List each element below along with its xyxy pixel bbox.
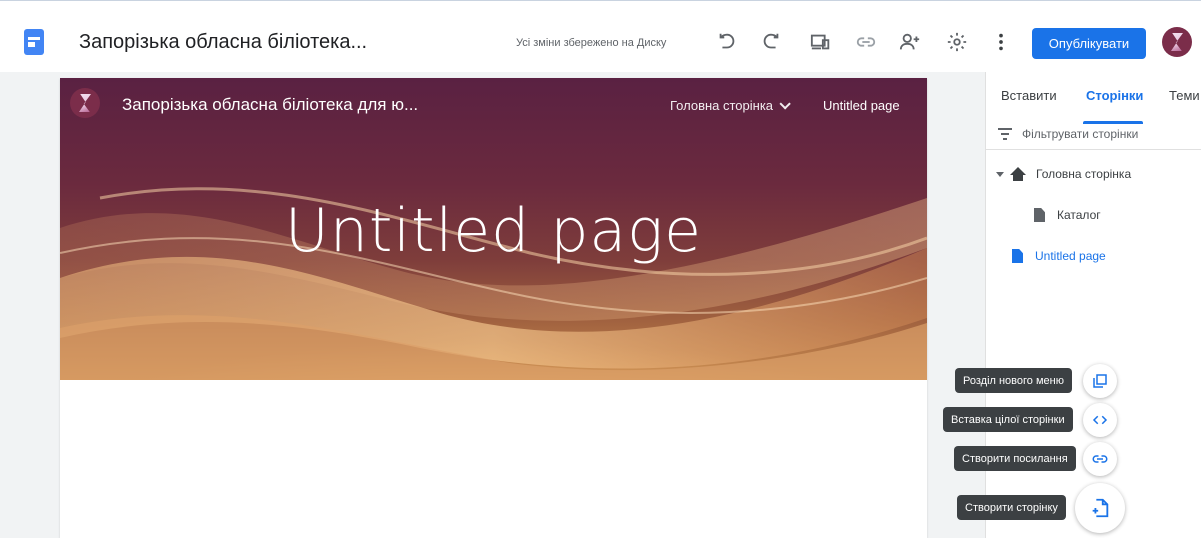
code-icon	[1092, 415, 1108, 425]
tab-insert[interactable]: Вставити	[1001, 88, 1057, 103]
document-title[interactable]: Запорізька обласна біліотека...	[79, 31, 367, 54]
nav-home-link[interactable]: Головна сторінка	[670, 97, 791, 113]
hero-header[interactable]: Запорізька обласна біліотека для ю... Го…	[60, 78, 927, 380]
saved-status: Усі зміни збережено на Диску	[516, 37, 667, 49]
filter-pages-input[interactable]: Фільтрувати сторінки	[986, 124, 1201, 146]
publish-button[interactable]: Опублікувати	[1032, 28, 1146, 59]
expand-triangle-icon[interactable]	[996, 171, 1004, 177]
sites-app-icon[interactable]	[24, 29, 44, 55]
page-icon	[1034, 208, 1045, 222]
tooltip-embed-full-page: Вставка цілої сторінки	[943, 407, 1073, 432]
page-tree-home[interactable]: Головна сторінка	[996, 167, 1131, 181]
page-tree-home-label: Головна сторінка	[1036, 167, 1132, 181]
page-tree-catalog[interactable]: Каталог	[1034, 208, 1101, 222]
page-tree-untitled-label: Untitled page	[1035, 249, 1106, 263]
preview-icon[interactable]	[808, 29, 834, 55]
page-tree-catalog-label: Каталог	[1057, 208, 1101, 222]
undo-icon[interactable]	[714, 29, 740, 55]
share-icon[interactable]	[897, 29, 923, 55]
filter-icon	[998, 128, 1012, 140]
top-bar: Запорізька обласна біліотека... Усі змін…	[0, 0, 1201, 72]
redo-icon[interactable]	[758, 29, 784, 55]
add-page-icon	[1092, 498, 1109, 518]
site-logo[interactable]	[70, 88, 100, 118]
tab-themes[interactable]: Теми	[1169, 88, 1200, 103]
account-avatar[interactable]	[1162, 27, 1192, 57]
link-icon	[1092, 455, 1108, 463]
more-icon[interactable]	[988, 29, 1014, 55]
page-preview[interactable]: Запорізька обласна біліотека для ю... Го…	[60, 78, 927, 538]
create-link-button[interactable]	[1083, 442, 1117, 476]
tooltip-new-menu-section: Розділ нового меню	[955, 368, 1072, 393]
link-icon[interactable]	[853, 29, 879, 55]
panel-tabs: Вставити Сторінки Теми	[986, 72, 1201, 124]
tooltip-create-page: Створити сторінку	[957, 495, 1066, 520]
tooltip-create-link: Створити посилання	[954, 446, 1076, 471]
site-name[interactable]: Запорізька обласна біліотека для ю...	[122, 95, 418, 115]
page-icon	[1012, 249, 1023, 263]
new-menu-section-button[interactable]	[1083, 364, 1117, 398]
nav-untitled-link[interactable]: Untitled page	[823, 98, 900, 113]
page-tree-untitled[interactable]: Untitled page	[1012, 249, 1106, 263]
tab-pages[interactable]: Сторінки	[1086, 88, 1143, 103]
embed-full-page-button[interactable]	[1083, 403, 1117, 437]
page-title[interactable]: Untitled page	[60, 196, 927, 266]
filter-placeholder: Фільтрувати сторінки	[1022, 127, 1139, 141]
home-icon	[1010, 167, 1026, 181]
panel-divider	[986, 149, 1201, 150]
copy-page-icon	[1093, 374, 1107, 388]
settings-icon[interactable]	[944, 29, 970, 55]
create-page-button[interactable]	[1075, 483, 1125, 533]
nav-home-label: Головна сторінка	[670, 98, 774, 113]
